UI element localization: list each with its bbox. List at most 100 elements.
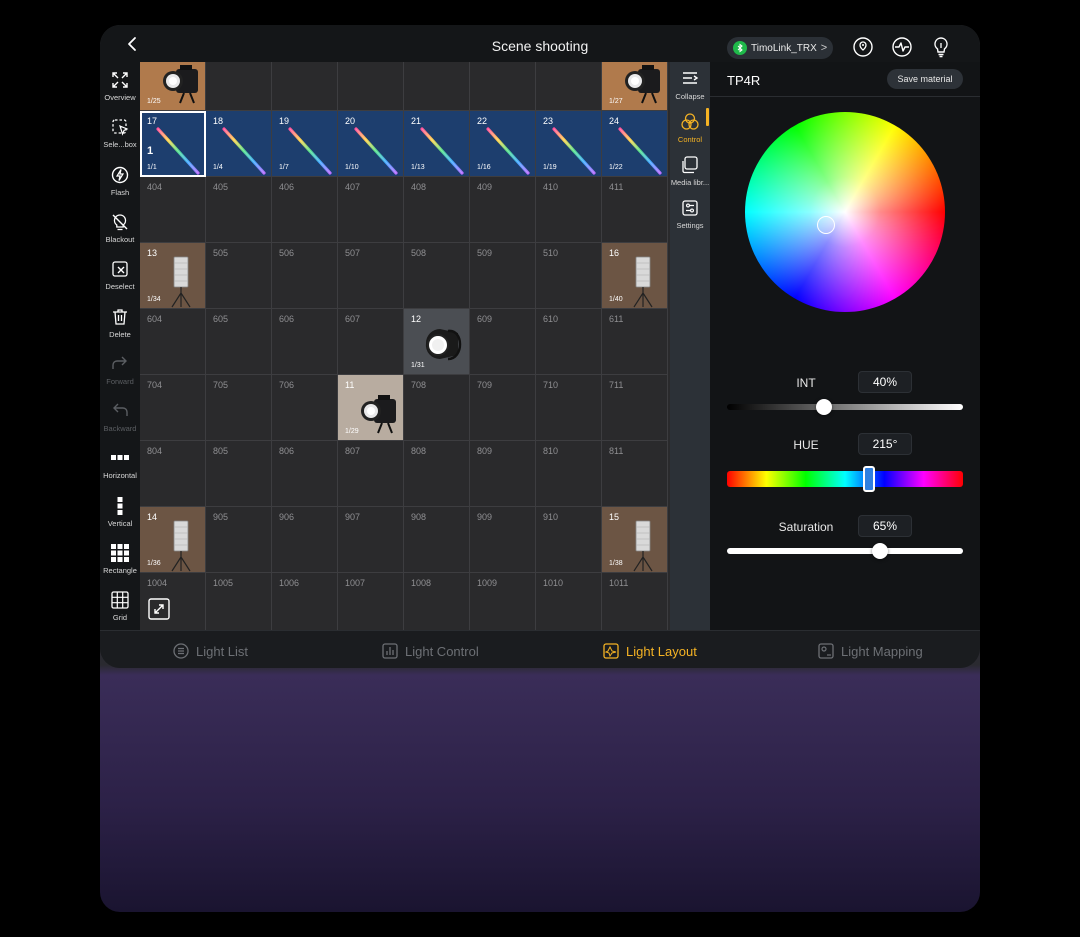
tab-media-library[interactable]: Media libr... [670,149,710,191]
grid-cell[interactable]: 509 [470,243,536,309]
color-wheel[interactable] [745,112,945,312]
grid-cell[interactable]: 711 [602,375,668,441]
color-wheel-picker[interactable] [817,216,835,234]
tab-control[interactable]: Control [670,106,710,148]
grid-cell[interactable]: 705 [206,375,272,441]
tool-horizontal[interactable]: Horizontal [100,442,140,488]
grid-cell[interactable]: 604 [140,309,206,375]
saturation-slider[interactable] [727,543,963,559]
grid-cell[interactable]: 405 [206,177,272,243]
grid-cell[interactable]: 17 1 1/1 [140,111,206,177]
grid-cell[interactable]: 910 [536,507,602,573]
grid-cell[interactable]: 908 [404,507,470,573]
grid-cell[interactable]: 20 1/10 [338,111,404,177]
int-slider-knob[interactable] [815,399,832,415]
grid-cell[interactable]: 709 [470,375,536,441]
grid-cell[interactable]: 91/25 [140,62,206,111]
grid-cell[interactable]: 13 1/34 [140,243,206,309]
grid-cell[interactable]: 406 [272,177,338,243]
grid-cell[interactable]: 101/27 [602,62,668,111]
location-sync-button[interactable] [851,35,875,59]
grid-cell[interactable]: 909 [470,507,536,573]
tool-deselect[interactable]: Deselect [100,253,140,299]
grid-cell[interactable]: 1005 [206,573,272,630]
grid-cell[interactable]: 808 [404,441,470,507]
grid-cell[interactable]: 15 1/38 [602,507,668,573]
tool-grid[interactable]: Grid [100,584,140,630]
grid-cell[interactable]: 706 [272,375,338,441]
grid-cell[interactable]: 208 [404,62,470,111]
grid-cell[interactable]: 410 [536,177,602,243]
tool-select-box[interactable]: Sele...box [100,111,140,157]
grid-cell[interactable]: 605 [206,309,272,375]
grid-cell[interactable]: 22 1/16 [470,111,536,177]
tool-vertical[interactable]: Vertical [100,490,140,536]
grid-cell[interactable]: 1011 [602,573,668,630]
grid-cell[interactable]: 807 [338,441,404,507]
grid-cell[interactable]: 21 1/13 [404,111,470,177]
tool-overview[interactable]: Overview [100,64,140,110]
grid-cell[interactable]: 510 [536,243,602,309]
grid-cell[interactable]: 24 1/22 [602,111,668,177]
grid-cell[interactable]: 14 1/36 [140,507,206,573]
grid-cell[interactable]: 610 [536,309,602,375]
grid-cell[interactable]: 611 [602,309,668,375]
grid-cell[interactable]: 704 [140,375,206,441]
grid-cell[interactable]: 16 1/40 [602,243,668,309]
grid-cell[interactable]: 906 [272,507,338,573]
grid-cell[interactable]: 408 [404,177,470,243]
grid-cell[interactable]: 12 1/31 [404,309,470,375]
int-value[interactable]: 40% [858,371,912,393]
grid-cell[interactable]: 708 [404,375,470,441]
device-connection-chip[interactable]: TimoLink_TRX > [727,37,833,59]
grid-cell[interactable]: 1009 [470,573,536,630]
grid-cell[interactable]: 205 [206,62,272,111]
nav-light-control[interactable]: Light Control [381,641,479,661]
grid-cell[interactable]: 806 [272,441,338,507]
grid-cell[interactable]: 407 [338,177,404,243]
tool-flash[interactable]: Flash [100,159,140,205]
grid-cell[interactable]: 19 1/7 [272,111,338,177]
grid-cell[interactable]: 11 1/29 [338,375,404,441]
grid-cell[interactable]: 1010 [536,573,602,630]
grid-cell[interactable]: 505 [206,243,272,309]
grid-cell[interactable]: 1007 [338,573,404,630]
grid-cell[interactable]: 804 [140,441,206,507]
activity-button[interactable] [890,35,914,59]
grid-cell[interactable]: 1008 [404,573,470,630]
grid-cell[interactable]: 905 [206,507,272,573]
hue-slider-knob[interactable] [862,466,875,492]
tool-backward[interactable]: Backward [100,395,140,441]
tool-delete[interactable]: Delete [100,301,140,347]
grid-cell[interactable]: 810 [536,441,602,507]
grid-cell[interactable]: 710 [536,375,602,441]
grid-cell[interactable]: 506 [272,243,338,309]
tool-forward[interactable]: Forward [100,348,140,394]
expand-button[interactable] [148,598,170,620]
grid-cell[interactable]: 409 [470,177,536,243]
grid-cell[interactable]: 507 [338,243,404,309]
hue-value[interactable]: 215° [858,433,912,455]
tab-collapse[interactable]: Collapse [670,63,710,105]
int-slider[interactable] [727,399,963,415]
nav-light-layout[interactable]: Light Layout [602,641,697,661]
hue-slider[interactable] [727,466,963,492]
saturation-slider-knob[interactable] [872,543,889,559]
grid-cell[interactable]: 210 [536,62,602,111]
grid-cell[interactable]: 404 [140,177,206,243]
grid-cell[interactable]: 805 [206,441,272,507]
nav-light-mapping[interactable]: Light Mapping [817,641,923,661]
save-material-button[interactable]: Save material [887,69,963,89]
grid-cell[interactable]: 207 [338,62,404,111]
nav-light-list[interactable]: Light List [172,641,248,661]
grid-cell[interactable]: 607 [338,309,404,375]
grid-cell[interactable]: 609 [470,309,536,375]
grid-cell[interactable]: 209 [470,62,536,111]
tool-blackout[interactable]: Blackout [100,206,140,252]
grid-cell[interactable]: 606 [272,309,338,375]
grid-cell[interactable]: 23 1/19 [536,111,602,177]
grid-cell[interactable]: 508 [404,243,470,309]
grid-cell[interactable]: 1006 [272,573,338,630]
bulb-button[interactable] [929,35,953,59]
grid-cell[interactable]: 811 [602,441,668,507]
